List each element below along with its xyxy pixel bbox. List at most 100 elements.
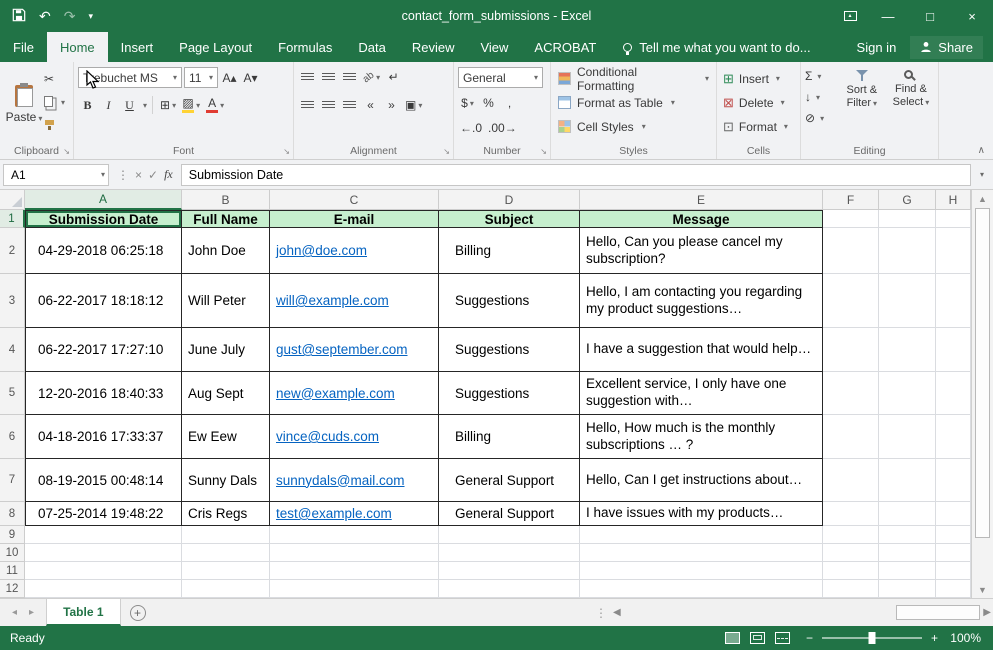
cell-d5[interactable]: Suggestions (439, 372, 580, 415)
cell[interactable] (823, 228, 879, 274)
cell-c3[interactable]: will@example.com (270, 274, 439, 328)
column-header-b[interactable]: B (182, 190, 270, 210)
cell[interactable] (270, 526, 439, 544)
middle-align-button[interactable] (319, 67, 338, 87)
tab-review[interactable]: Review (399, 32, 468, 62)
cell-e5[interactable]: Excellent service, I only have one sugge… (580, 372, 823, 415)
tab-splitter-handle[interactable]: ⋮ (589, 599, 613, 626)
cell-e7[interactable]: Hello, Can I get instructions about… (580, 459, 823, 502)
insert-button[interactable]: ⊞Insert▾ (721, 67, 796, 90)
cell[interactable] (879, 372, 936, 415)
new-sheet-button[interactable]: + (121, 599, 155, 626)
cell[interactable] (936, 526, 971, 544)
cell-c6[interactable]: vince@cuds.com (270, 415, 439, 459)
cell-e8[interactable]: I have issues with my products… (580, 502, 823, 526)
row-header-1[interactable]: 1 (0, 210, 25, 228)
cell[interactable] (270, 562, 439, 580)
vertical-scrollbar-thumb[interactable] (975, 208, 990, 538)
wrap-text-button[interactable]: ↵ (384, 67, 403, 87)
customize-quick-access-icon[interactable]: ▾ (88, 11, 93, 22)
email-link[interactable]: will@example.com (276, 293, 389, 308)
cell-e3[interactable]: Hello, I am contacting you regarding my … (580, 274, 823, 328)
row-header-6[interactable]: 6 (0, 415, 25, 459)
cell[interactable] (879, 502, 936, 526)
decrease-indent-button[interactable]: « (361, 95, 380, 115)
cell-d6[interactable]: Billing (439, 415, 580, 459)
cell[interactable] (936, 459, 971, 502)
increase-decimal-button[interactable]: ←.0 (458, 118, 484, 138)
cell-a5[interactable]: 12-20-2016 18:40:33 (25, 372, 182, 415)
merge-center-button[interactable]: ▣▾ (403, 95, 424, 115)
column-header-c[interactable]: C (270, 190, 439, 210)
cell-d7[interactable]: General Support (439, 459, 580, 502)
collapse-ribbon-button[interactable]: ∧ (978, 145, 985, 156)
share-button[interactable]: Share (910, 36, 983, 59)
cell[interactable] (25, 580, 182, 598)
vertical-scrollbar[interactable]: ▲ ▼ (971, 190, 993, 598)
ribbon-display-options-button[interactable]: ▴ (833, 0, 867, 32)
name-box[interactable]: A1▾ (3, 164, 109, 186)
cell[interactable] (823, 372, 879, 415)
cell-d4[interactable]: Suggestions (439, 328, 580, 372)
percent-style-button[interactable]: % (479, 93, 498, 113)
cell[interactable] (439, 544, 580, 562)
close-button[interactable]: × (951, 0, 993, 32)
cell[interactable] (823, 502, 879, 526)
cell[interactable] (270, 580, 439, 598)
italic-button[interactable]: I (99, 95, 118, 115)
autosum-button[interactable]: Σ▾ (805, 67, 836, 85)
row-header-11[interactable]: 11 (0, 562, 25, 580)
cell[interactable] (936, 502, 971, 526)
cell[interactable] (25, 562, 182, 580)
clear-button[interactable]: ⊘▾ (805, 109, 836, 127)
sheet-tab-table-1[interactable]: Table 1 (46, 599, 120, 626)
zoom-out-button[interactable]: − (806, 631, 813, 645)
cell[interactable] (439, 580, 580, 598)
cell-a2[interactable]: 04-29-2018 06:25:18 (25, 228, 182, 274)
cancel-entry-button[interactable]: × (135, 168, 142, 182)
cell[interactable] (879, 459, 936, 502)
scroll-right-button[interactable]: ▶ (983, 607, 991, 618)
cell[interactable] (823, 562, 879, 580)
next-sheet-button[interactable]: ▸ (29, 607, 34, 618)
cell[interactable] (936, 580, 971, 598)
zoom-slider[interactable] (822, 637, 922, 639)
cell-c8[interactable]: test@example.com (270, 502, 439, 526)
column-header-a[interactable]: A (25, 190, 182, 210)
cell[interactable] (823, 274, 879, 328)
cell[interactable] (270, 544, 439, 562)
sort-filter-button[interactable]: Sort & Filter▾ (839, 67, 885, 142)
scroll-up-button[interactable]: ▲ (972, 190, 993, 207)
comma-style-button[interactable]: , (500, 93, 519, 113)
column-header-g[interactable]: G (879, 190, 936, 210)
row-header-7[interactable]: 7 (0, 459, 25, 502)
cell[interactable] (182, 526, 270, 544)
fill-color-button[interactable]: ▨▾ (180, 95, 202, 115)
save-icon[interactable] (12, 8, 26, 25)
minimize-button[interactable]: — (867, 0, 909, 32)
cell[interactable] (879, 274, 936, 328)
column-header-h[interactable]: H (936, 190, 971, 210)
cell[interactable] (879, 580, 936, 598)
cell[interactable] (182, 544, 270, 562)
cell[interactable] (936, 562, 971, 580)
orientation-button[interactable]: ab▾ (361, 67, 382, 87)
cell[interactable] (936, 544, 971, 562)
fill-button[interactable]: ↓▾ (805, 88, 836, 106)
cell-c1[interactable]: E-mail (270, 210, 439, 228)
top-align-button[interactable] (298, 67, 317, 87)
horizontal-scrollbar-thumb[interactable] (896, 605, 980, 620)
formula-input[interactable]: Submission Date (181, 164, 971, 186)
cell-c4[interactable]: gust@september.com (270, 328, 439, 372)
cell[interactable] (823, 459, 879, 502)
cell-d3[interactable]: Suggestions (439, 274, 580, 328)
email-link[interactable]: vince@cuds.com (276, 429, 379, 444)
cell-a3[interactable]: 06-22-2017 18:18:12 (25, 274, 182, 328)
cell-b7[interactable]: Sunny Dals (182, 459, 270, 502)
row-header-4[interactable]: 4 (0, 328, 25, 372)
select-all-button[interactable] (0, 190, 25, 210)
tell-me-box[interactable]: Tell me what you want to do... (609, 32, 824, 62)
cell-a4[interactable]: 06-22-2017 17:27:10 (25, 328, 182, 372)
email-link[interactable]: test@example.com (276, 506, 392, 521)
undo-icon[interactable]: ↶ (39, 8, 51, 25)
